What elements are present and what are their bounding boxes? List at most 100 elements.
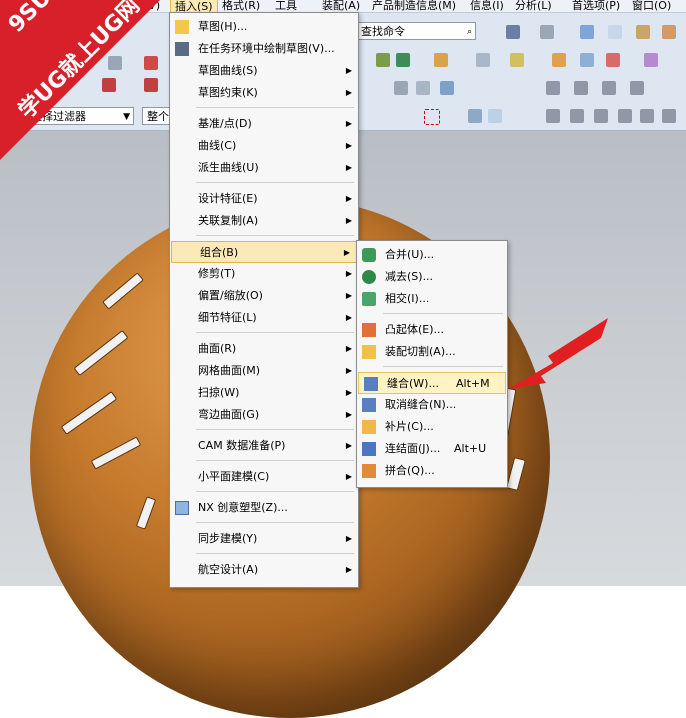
snap-end-icon[interactable] (546, 81, 560, 95)
task-sketch-icon (175, 42, 189, 56)
menu-item-trim[interactable]: 修剪(T) ▶ (170, 263, 358, 285)
slot-8 (506, 456, 526, 492)
menu-item-surface[interactable]: 曲面(R) ▶ (170, 338, 358, 360)
menu-item-aero-design[interactable]: 航空设计(A) ▶ (170, 559, 358, 581)
menu-item-associative-copy[interactable]: 关联复制(A) ▶ (170, 210, 358, 232)
menu-item-design-feature[interactable]: 设计特征(E) ▶ (170, 188, 358, 210)
transparent-solid-icon[interactable] (488, 109, 502, 123)
submenu-item-intersect[interactable]: 相交(I)... (357, 288, 507, 310)
selection-scope-dropdown[interactable]: 整个装配 (142, 107, 170, 125)
menu-item-sweep[interactable]: 扫掠(W) ▶ (170, 382, 358, 404)
submenu-item-patch[interactable]: 补片(C)... (357, 416, 507, 438)
menu-item-combine[interactable]: 组合(B) ▶ (171, 241, 357, 263)
nx-realize-shape-icon (175, 501, 189, 515)
snap-arc-icon[interactable] (594, 109, 608, 123)
hole-icon[interactable] (434, 53, 448, 67)
slot-3 (60, 391, 118, 435)
menu-preferences[interactable]: 首选项(P) (572, 0, 620, 13)
layout-icon[interactable] (506, 25, 520, 39)
separator (196, 522, 354, 523)
mirror-icon[interactable] (580, 53, 594, 67)
separator (196, 553, 354, 554)
submenu-item-unite[interactable]: 合并(U)... (357, 244, 507, 266)
menu-info[interactable]: 信息(I) (470, 0, 504, 13)
snap-existing-icon[interactable] (618, 109, 632, 123)
separator (196, 332, 354, 333)
menu-item-offset-scale[interactable]: 偏置/缩放(O) ▶ (170, 285, 358, 307)
assembly-cut-icon (362, 345, 376, 359)
submenu-item-quilt[interactable]: 拼合(Q)... (357, 460, 507, 482)
separator (196, 235, 354, 236)
menu-item-nx-realize-shape[interactable]: NX 创意塑型(Z)... (170, 497, 358, 519)
snap-mid-icon[interactable] (574, 81, 588, 95)
shell-icon[interactable] (552, 53, 566, 67)
intersect-icon (362, 292, 376, 306)
sketch-fillet-icon[interactable] (144, 78, 158, 92)
sketch-icon (175, 20, 189, 34)
menu-view[interactable]: 视图(V) (122, 0, 160, 13)
separator (383, 313, 503, 314)
insert-menu: 草图(H)... 在任务环境中绘制草图(V)... 草图曲线(S) ▶ 草图约束(… (169, 12, 359, 588)
chamfer-icon[interactable] (510, 53, 524, 67)
menu-item-sketch-curve[interactable]: 草图曲线(S) ▶ (170, 60, 358, 82)
shaded-cube-icon[interactable] (580, 25, 594, 39)
menu-item-detail-feature[interactable]: 细节特征(L) ▶ (170, 307, 358, 329)
sketch-line-icon[interactable] (108, 56, 122, 70)
sketch-arc-icon[interactable] (144, 56, 158, 70)
wireframe-cube-icon[interactable] (608, 25, 622, 39)
combine-submenu: 合并(U)... 减去(S)... 相交(I)... 凸起体(E)... 装配切… (356, 240, 508, 488)
join-face-icon (362, 442, 376, 456)
snap-point-on-icon[interactable] (640, 109, 654, 123)
sketch-toolbar-left (60, 44, 168, 104)
slot-1 (102, 272, 144, 310)
pattern-icon[interactable] (606, 53, 620, 67)
snap-tangent-icon[interactable] (546, 109, 560, 123)
menu-item-sketch-constraint[interactable]: 草图约束(K) ▶ (170, 82, 358, 104)
shaded-solid-icon[interactable] (468, 109, 482, 123)
extrude-icon[interactable] (376, 53, 390, 67)
menu-item-cam-data-prep[interactable]: CAM 数据准备(P) ▶ (170, 435, 358, 457)
submenu-item-emboss-body[interactable]: 凸起体(E)... (357, 319, 507, 341)
separator (196, 491, 354, 492)
slot-2 (73, 329, 129, 377)
render-icon[interactable] (662, 25, 676, 39)
snap-intersect-icon[interactable] (570, 109, 584, 123)
menu-item-sketch[interactable]: 草图(H)... (170, 16, 358, 38)
menu-analysis[interactable]: 分析(L) (515, 0, 552, 13)
menu-item-mesh-surface[interactable]: 网格曲面(M) ▶ (170, 360, 358, 382)
revolve-icon[interactable] (396, 53, 410, 67)
selection-filter-dropdown[interactable]: 没有选择过滤器 ▼ (4, 107, 134, 125)
section-view-icon[interactable] (636, 25, 650, 39)
separator (196, 429, 354, 430)
quilt-icon (362, 464, 376, 478)
command-search-input[interactable]: 查找命令 ⌕ (356, 22, 476, 40)
separator (196, 460, 354, 461)
plane-icon[interactable] (440, 81, 454, 95)
menu-item-sync-modeling[interactable]: 同步建模(Y) ▶ (170, 528, 358, 550)
submenu-item-assembly-cut[interactable]: 装配切割(A)... (357, 341, 507, 363)
menu-item-facet-modeling[interactable]: 小平面建模(C) ▶ (170, 466, 358, 488)
snap-center-icon[interactable] (602, 81, 616, 95)
search-icon[interactable]: ⌕ (467, 23, 472, 41)
sketch-profile-icon[interactable] (102, 78, 116, 92)
point-icon[interactable] (416, 81, 430, 95)
snap-pole-icon[interactable] (662, 109, 676, 123)
curve-icon[interactable] (394, 81, 408, 95)
menu-item-datum-point[interactable]: 基准/点(D) ▶ (170, 113, 358, 135)
menu-item-flange-surface[interactable]: 弯边曲面(G) ▶ (170, 404, 358, 426)
select-box-icon[interactable] (424, 109, 440, 125)
menu-pmi[interactable]: 产品制造信息(M) (372, 0, 456, 13)
edge-blend-icon[interactable] (476, 53, 490, 67)
menu-item-curve[interactable]: 曲线(C) ▶ (170, 135, 358, 157)
view-style-icon[interactable] (540, 25, 554, 39)
menu-window[interactable]: 窗口(O) (632, 0, 671, 13)
submenu-item-unsew[interactable]: 取消缝合(N)... (357, 394, 507, 416)
patch-icon (362, 420, 376, 434)
submenu-item-subtract[interactable]: 减去(S)... (357, 266, 507, 288)
menu-item-derived-curve[interactable]: 派生曲线(U) ▶ (170, 157, 358, 179)
menu-item-task-sketch[interactable]: 在任务环境中绘制草图(V)... (170, 38, 358, 60)
snap-quadrant-icon[interactable] (630, 81, 644, 95)
submenu-item-join-face[interactable]: 连结面(J)... Alt+U (357, 438, 507, 460)
submenu-item-sew[interactable]: 缝合(W)... Alt+M (358, 372, 506, 394)
boolean-icon[interactable] (644, 53, 658, 67)
